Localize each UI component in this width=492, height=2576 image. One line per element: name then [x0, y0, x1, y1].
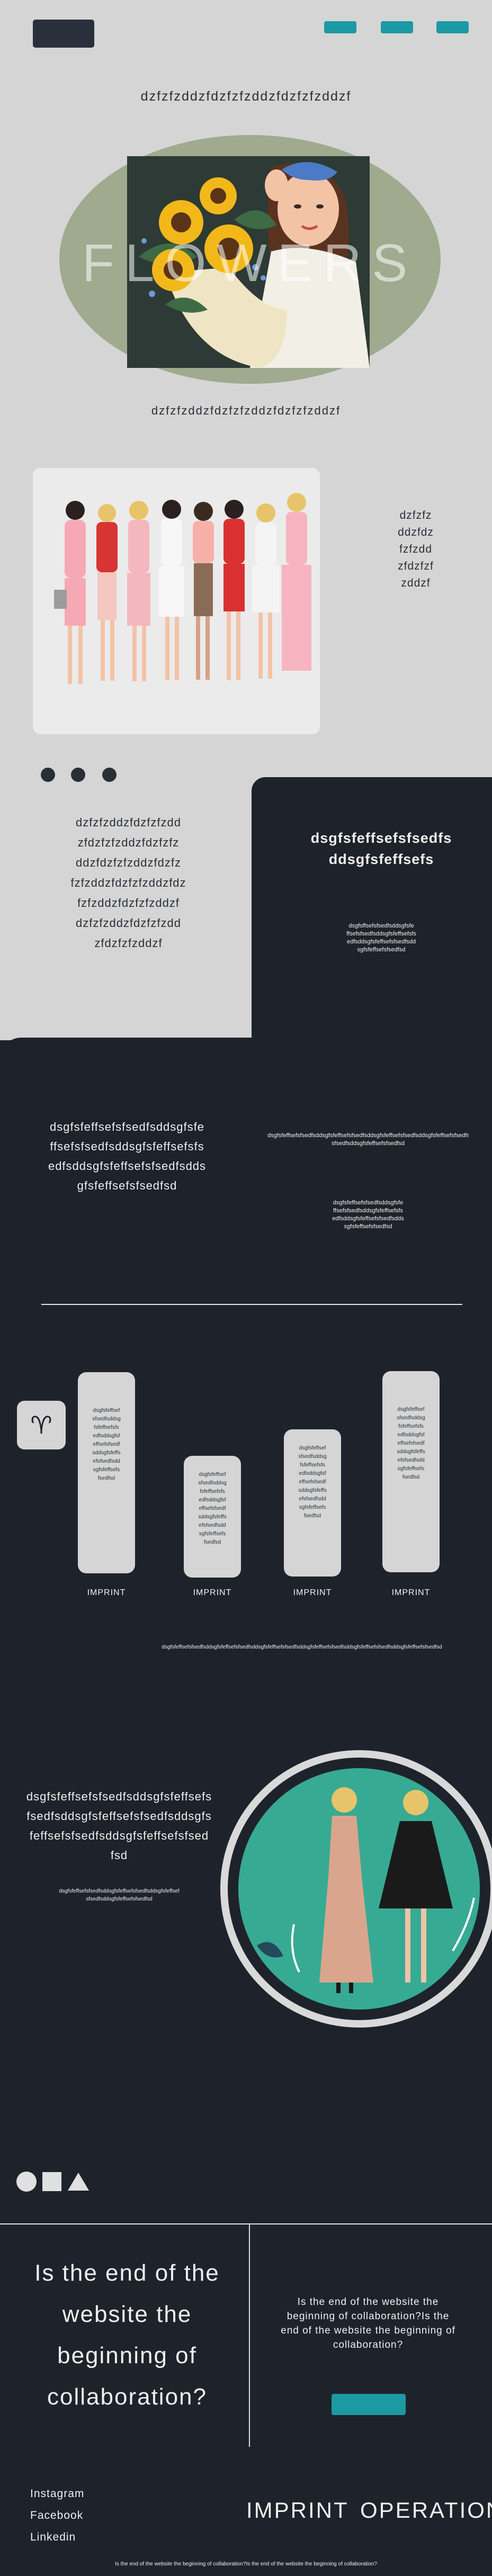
small-line: collaboration? — [333, 2339, 404, 2350]
nav-button-2[interactable] — [381, 21, 413, 33]
pill-3-label[interactable]: IMPRINT — [284, 1588, 341, 1598]
dark-card-title: dsgfsfeffsefsfsedfs ddsgfsfeffsefs — [275, 827, 487, 870]
heading-line: edfsddsgfsfeffsefsfsedfsdds — [48, 1159, 207, 1173]
text-line: fzfzddzfdzfzfzddzfdz — [70, 876, 186, 889]
pill-2[interactable]: dsgfsfeffsef sfsedfsddsg fsfeffsefsfs edfsd… — [184, 1456, 241, 1578]
side-line: zfdzfzf — [398, 560, 434, 572]
text-line: zfdzfzfzddzfdzfzfz — [77, 836, 180, 849]
dots-text-block: dzfzfzddzfdzfzfzdd zfdzfzfzddzfdzfzfz dd… — [56, 813, 201, 953]
heading-line: feffsefsfsedfsddsgfsfeffsefsfsed — [29, 1829, 209, 1842]
footer-bottom-line: Is the end of the website the beginning … — [115, 2561, 377, 2567]
collab-small-text: Is the end of the website the beginning … — [265, 2295, 471, 2352]
pill-text: dsgfsfeffsef sfsedfsddsg fsfeffsefsfs edfsd… — [198, 1472, 227, 1545]
card-small-line: dsgfsffsefsfsedfsddsgfsfe — [348, 923, 414, 929]
pill-4-label[interactable]: IMPRINT — [382, 1588, 440, 1598]
pill-2-label[interactable]: IMPRINT — [184, 1588, 241, 1598]
group-side-text: dzfzfz ddzfdz fzfzdd zfdzfzf zddzf — [371, 507, 461, 592]
header-title: dzfzfzddzfdzfzfzddzfdzfzfzddzf — [140, 89, 352, 104]
footer-operation[interactable]: OPERATION — [360, 2498, 492, 2523]
card-title-line: dsgfsfeffsefsfsedfs — [310, 830, 452, 846]
right-small-line: ffsefsfsedfsddsgfsfeffsefsfs — [333, 1208, 403, 1214]
pills-footer-text: dsgfsfeffsefsfsedfsddsgfsfeffsefsfsedfsd… — [162, 1644, 442, 1650]
small-line: beginning of collaboration?Is the — [287, 2311, 450, 2322]
dark-section-heading: dsgfsfeffsefsfsedfsddsgfsfe ffsefsfsedfs… — [26, 1117, 228, 1195]
footer-imprint[interactable]: IMPRINT — [246, 2498, 349, 2523]
nav-button-1[interactable] — [324, 21, 356, 33]
heading-line: fsd — [110, 1849, 128, 1862]
women-heading: dsgfsfeffsefsfsedfsddsgfsfeffsefs fsedfs… — [16, 1787, 222, 1865]
women-illustration — [220, 1750, 492, 2028]
side-line: fzfzdd — [399, 543, 433, 555]
text-line: fzfzddzfdzfzfzddzf — [77, 896, 180, 909]
aries-icon: ♈ — [30, 1411, 52, 1439]
dark-section-right-text: dsgfsfeffsefsfsedfsddsgfsfeffsefsfsedfsd… — [267, 1132, 469, 1148]
footer-link-linkedin[interactable]: Linkedin — [30, 2526, 84, 2548]
small-line: Is the end of the website the — [297, 2296, 439, 2308]
section-divider — [41, 1304, 462, 1305]
logo-block[interactable] — [33, 20, 94, 48]
slider-dot-1[interactable] — [41, 768, 55, 782]
footer-links: Instagram Facebook Linkedin — [30, 2483, 84, 2548]
hero-illustration: FLOWERS — [59, 135, 441, 384]
small-line: dsgfsfeffsefsfsedfsddsgfsfeffsefsfsedfsd… — [59, 1888, 180, 1894]
dark-section-right-small: dsgfsfeffsefsfsedfsddsgfsfe ffsefsfsedfs… — [315, 1199, 421, 1231]
pill-1-label[interactable]: IMPRINT — [78, 1588, 135, 1598]
shapes-icon — [16, 2170, 95, 2193]
text-line: zfdzfzfzddzf — [94, 936, 163, 950]
card-small-line: sgfsfeffsefsfsedfsd — [357, 947, 406, 953]
text-line: ddzfdzfzfzddzfdzfz — [76, 856, 181, 869]
pill-4[interactable]: dsgfsfeffsef sfsedfsddsg fsfeffsefsfs edfsd… — [382, 1371, 440, 1572]
text-line: dzfzfzddzfdzfzfzdd — [76, 816, 181, 829]
slider-dot-3[interactable] — [102, 768, 117, 782]
footer-link-instagram[interactable]: Instagram — [30, 2483, 84, 2505]
side-line: ddzfdz — [398, 526, 434, 538]
card-small-line: ffsefsfsedfsddsgfsfeffsefsfs — [346, 931, 416, 937]
card-small-line: edfsddsgfsfeffsefsfsedfsdd — [346, 939, 416, 945]
hero-flowers-word: FLOWERS — [82, 233, 418, 293]
big-line: beginning of — [57, 2343, 197, 2368]
small-line: sfsedfsddsgfsfeffsefsfsedfsd — [86, 1896, 153, 1902]
slider-dot-2[interactable] — [71, 768, 85, 782]
collab-top-border — [0, 2223, 492, 2224]
collab-big-text: Is the end of the website the beginning … — [16, 2253, 238, 2418]
heading-line: gfsfeffsefsfsedfsd — [77, 1179, 177, 1192]
right-small-line: edfsddsgfsfeffsefsfsedfsdds — [332, 1215, 404, 1222]
collab-vertical-divider — [249, 2224, 250, 2447]
right-small-line: dsgfsfeffsefsfsedfsddsgfsfe — [333, 1200, 404, 1206]
zodiac-badge[interactable]: ♈ — [17, 1401, 66, 1449]
big-line: website the — [62, 2301, 192, 2327]
pill-3[interactable]: dsgfsfeffsef sfsedfsddsg fsfeffsefsfs edfsd… — [284, 1429, 341, 1577]
right-line: sfsedfsddsgfsfeffsefsfsedfsd — [332, 1140, 405, 1147]
side-line: zddzf — [401, 577, 431, 589]
nav-button-3[interactable] — [436, 21, 469, 33]
women-small-text: dsgfsfeffsefsfsedfsddsgfsfeffsefsfsedfsd… — [29, 1887, 209, 1903]
card-title-line: ddsgfsfeffsefs — [328, 851, 434, 867]
dark-card-small-text: dsgfsffsefsfsedfsddsgfsfe ffsefsfsedfsdd… — [328, 922, 434, 954]
heading-line: fsedfsddsgfsfeffsefsfsedfsddsgfs — [26, 1809, 212, 1823]
heading-line: dsgfsfeffsefsfsedfsddsgfsfe — [50, 1120, 204, 1133]
pill-text: dsgfsfeffsef sfsedfsddsg fsfeffsefsfs edfsd… — [298, 1445, 327, 1519]
big-line: collaboration? — [47, 2384, 207, 2410]
side-line: dzfzfz — [399, 509, 432, 521]
pill-text: dsgfsfeffsef sfsedfsddsg fsfeffsefsfs edfsd… — [92, 1408, 121, 1481]
collab-button[interactable] — [332, 2394, 406, 2415]
footer-link-facebook[interactable]: Facebook — [30, 2505, 84, 2526]
right-line: dsgfsfeffsefsfsedfsddsgfsfeffsefsfsedfsd… — [267, 1132, 469, 1139]
text-line: dzfzfzddzfdzfzfzdd — [76, 916, 181, 930]
big-line: Is the end of the — [34, 2260, 220, 2286]
pill-1[interactable]: dsgfsfeffsef sfsedfsddsg fsfeffsefsfs edfsd… — [78, 1372, 135, 1573]
heading-line: ffsefsfsedfsddsgfsfeffsefsfs — [50, 1140, 204, 1153]
heading-line: dsgfsfeffsefsfsedfsddsgfsfeffsefs — [26, 1790, 212, 1803]
hero-caption: dzfzfzddzfdzfzfzddzfdzfzfzddzf — [151, 404, 341, 417]
small-line: end of the website the beginning of — [281, 2325, 455, 2336]
pill-text: dsgfsfeffsef sfsedfsddsg fsfeffsefsfs edfsd… — [397, 1407, 425, 1480]
right-small-line: sgfsfeffsefsfsedfsd — [344, 1223, 392, 1230]
dark-card — [252, 777, 492, 1052]
group-illustration — [33, 468, 320, 734]
